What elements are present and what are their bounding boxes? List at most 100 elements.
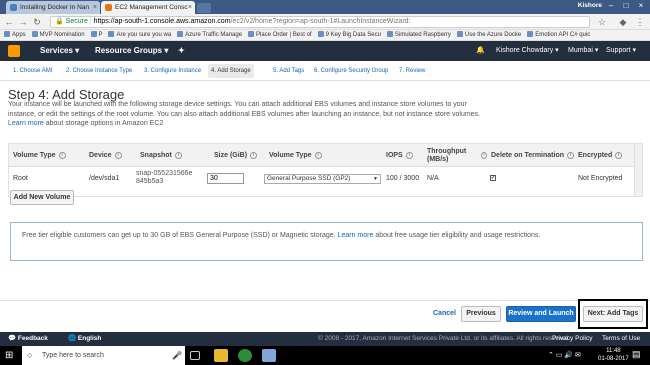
wizard-steps: 1. Choose AMI 2. Choose Instance Type 3.…: [0, 61, 650, 81]
resource-groups-menu[interactable]: Resource Groups ▾: [95, 41, 168, 61]
bookmark[interactable]: MVP Nomination: [31, 30, 85, 40]
step-configure-instance[interactable]: 3. Configure Instance: [141, 64, 204, 78]
info-icon[interactable]: i: [174, 152, 182, 159]
clock[interactable]: 11:48 01-08-2017: [598, 347, 629, 363]
add-new-volume-button[interactable]: Add New Volume: [10, 190, 74, 205]
next-button-highlight: Next: Add Tags: [578, 299, 648, 329]
info-icon[interactable]: i: [250, 152, 258, 159]
docker-favicon-icon: [10, 4, 17, 11]
address-bar-row: ← → ↻ 🔒 Secure | https://ap-south-1.cons…: [0, 14, 650, 30]
url-input[interactable]: 🔒 Secure | https://ap-south-1.console.aw…: [50, 16, 590, 28]
step-configure-security-group[interactable]: 6. Configure Security Group: [311, 64, 391, 78]
taskbar-search-input[interactable]: ○ Type here to search 🎤: [22, 346, 185, 365]
info-icon[interactable]: i: [567, 152, 574, 159]
maximize-icon[interactable]: □: [619, 0, 633, 12]
info-icon[interactable]: i: [480, 152, 487, 159]
learn-more-link[interactable]: Learn more: [8, 120, 44, 127]
back-icon[interactable]: ←: [3, 16, 15, 28]
aws-top-nav: Services ▾ Resource Groups ▾ ✦ 🔔 Kishore…: [0, 41, 650, 61]
aws-footer: 💬 Feedback 🌐 English © 2008 - 2017, Amaz…: [0, 332, 650, 346]
intro-text: Your instance will be launched with the …: [8, 101, 481, 127]
chevron-down-icon: ▾: [594, 47, 599, 54]
language-selector[interactable]: 🌐 English: [68, 332, 101, 346]
bookmark[interactable]: Emotion API C# quic: [527, 30, 590, 40]
chevron-down-icon: ▾: [632, 47, 636, 54]
chevron-down-icon: ▾: [75, 46, 80, 55]
file-explorer-icon[interactable]: [214, 349, 228, 362]
bookmark[interactable]: Place Order | Best of: [248, 30, 312, 40]
info-icon[interactable]: i: [615, 152, 623, 159]
services-menu[interactable]: Services ▾: [40, 41, 79, 61]
chrome-icon[interactable]: [238, 349, 252, 362]
chevron-down-icon: ▾: [164, 46, 169, 55]
size-input[interactable]: [207, 173, 244, 184]
volume-type-select[interactable]: General Purpose SSD (GP2) ▼: [264, 174, 381, 184]
col-throughput: Throughput (MB/s) i: [427, 144, 487, 167]
delete-on-termination-checkbox[interactable]: ✔: [490, 175, 496, 181]
search-icon: ○: [27, 350, 33, 360]
close-tab-icon[interactable]: ×: [188, 1, 192, 14]
bookmark-apps[interactable]: Apps: [4, 30, 26, 40]
col-ebs-volume-type: Volume Type i: [269, 144, 322, 167]
info-icon[interactable]: i: [58, 152, 66, 159]
microphone-icon[interactable]: 🎤: [172, 346, 182, 365]
col-iops: IOPS i: [386, 144, 413, 167]
step-review[interactable]: 7. Review: [396, 64, 428, 78]
extension-icon[interactable]: ◆: [617, 16, 629, 28]
reload-icon[interactable]: ↻: [31, 16, 43, 28]
browser-tab-ec2[interactable]: EC2 Management Consc ×: [101, 1, 195, 14]
windows-start-icon[interactable]: ⊞: [5, 350, 16, 361]
step-add-storage: 4. Add Storage: [208, 64, 254, 78]
globe-icon: 🌐: [68, 335, 77, 342]
cell-iops: 100 / 3000: [386, 175, 420, 182]
aws-cube-logo-icon[interactable]: [8, 45, 20, 57]
step-add-tags[interactable]: 5. Add Tags: [270, 64, 307, 78]
browser-tab-strip: Installing Docker In Nan × EC2 Managemen…: [0, 0, 650, 14]
close-tab-icon[interactable]: ×: [93, 1, 97, 14]
info-icon[interactable]: i: [405, 152, 413, 159]
cell-volume-type: Root: [13, 175, 28, 182]
info-icon[interactable]: i: [314, 152, 322, 159]
privacy-policy-link[interactable]: Privacy Policy: [552, 332, 592, 346]
feedback-icon: 💬: [8, 335, 17, 342]
photos-icon[interactable]: [262, 349, 276, 362]
bookmark[interactable]: P: [90, 30, 103, 40]
terms-of-use-link[interactable]: Terms of Use: [602, 332, 640, 346]
cancel-link[interactable]: Cancel: [433, 310, 456, 317]
task-view-icon[interactable]: [190, 351, 200, 360]
user-menu[interactable]: Kishore Chowdary ▾: [496, 41, 559, 61]
forward-icon[interactable]: →: [17, 16, 29, 28]
table-scrollbar[interactable]: [634, 144, 642, 196]
region-menu[interactable]: Mumbai ▾: [568, 41, 598, 61]
chevron-down-icon: ▼: [373, 176, 378, 182]
cell-throughput: N/A: [427, 175, 439, 182]
browser-tab-docker[interactable]: Installing Docker In Nan ×: [6, 1, 100, 14]
bell-icon[interactable]: 🔔: [476, 41, 485, 61]
system-tray-icons[interactable]: ⌃ ▭ 🔊 ✉: [548, 346, 581, 365]
free-tier-learn-more-link[interactable]: Learn more: [338, 232, 374, 239]
review-and-launch-button[interactable]: Review and Launch: [506, 306, 576, 322]
cell-snapshot: snap-055231566e845b5a3: [136, 170, 193, 185]
notification-icon[interactable]: ▤: [632, 349, 641, 360]
feedback-link[interactable]: 💬 Feedback: [8, 332, 48, 346]
free-tier-notice: Free tier eligible customers can get up …: [10, 222, 643, 261]
bookmark[interactable]: Are you sure you wa: [108, 30, 171, 40]
next-add-tags-button[interactable]: Next: Add Tags: [583, 306, 643, 322]
pin-icon[interactable]: ✦: [178, 41, 185, 61]
step-choose-instance-type[interactable]: 2. Choose Instance Type: [63, 64, 135, 78]
star-icon[interactable]: ☆: [596, 16, 608, 28]
info-icon[interactable]: i: [114, 152, 122, 159]
browser-profile[interactable]: Kishore: [578, 2, 602, 9]
minimize-icon[interactable]: –: [604, 0, 618, 12]
col-delete-on-termination: Delete on Termination i: [491, 144, 574, 167]
step-choose-ami[interactable]: 1. Choose AMI: [10, 64, 55, 78]
bookmark[interactable]: 9 Key Big Data Secu: [317, 30, 381, 40]
bookmark[interactable]: Simulated Raspberry: [386, 30, 451, 40]
previous-button[interactable]: Previous: [461, 306, 501, 322]
menu-icon[interactable]: ⋮: [634, 16, 646, 28]
new-tab-button[interactable]: [197, 3, 211, 13]
bookmark[interactable]: Use the Azure Docke: [456, 30, 521, 40]
support-menu[interactable]: Support ▾: [606, 41, 636, 61]
close-window-icon[interactable]: ×: [634, 0, 648, 12]
bookmark[interactable]: Azure Traffic Manage: [177, 30, 242, 40]
